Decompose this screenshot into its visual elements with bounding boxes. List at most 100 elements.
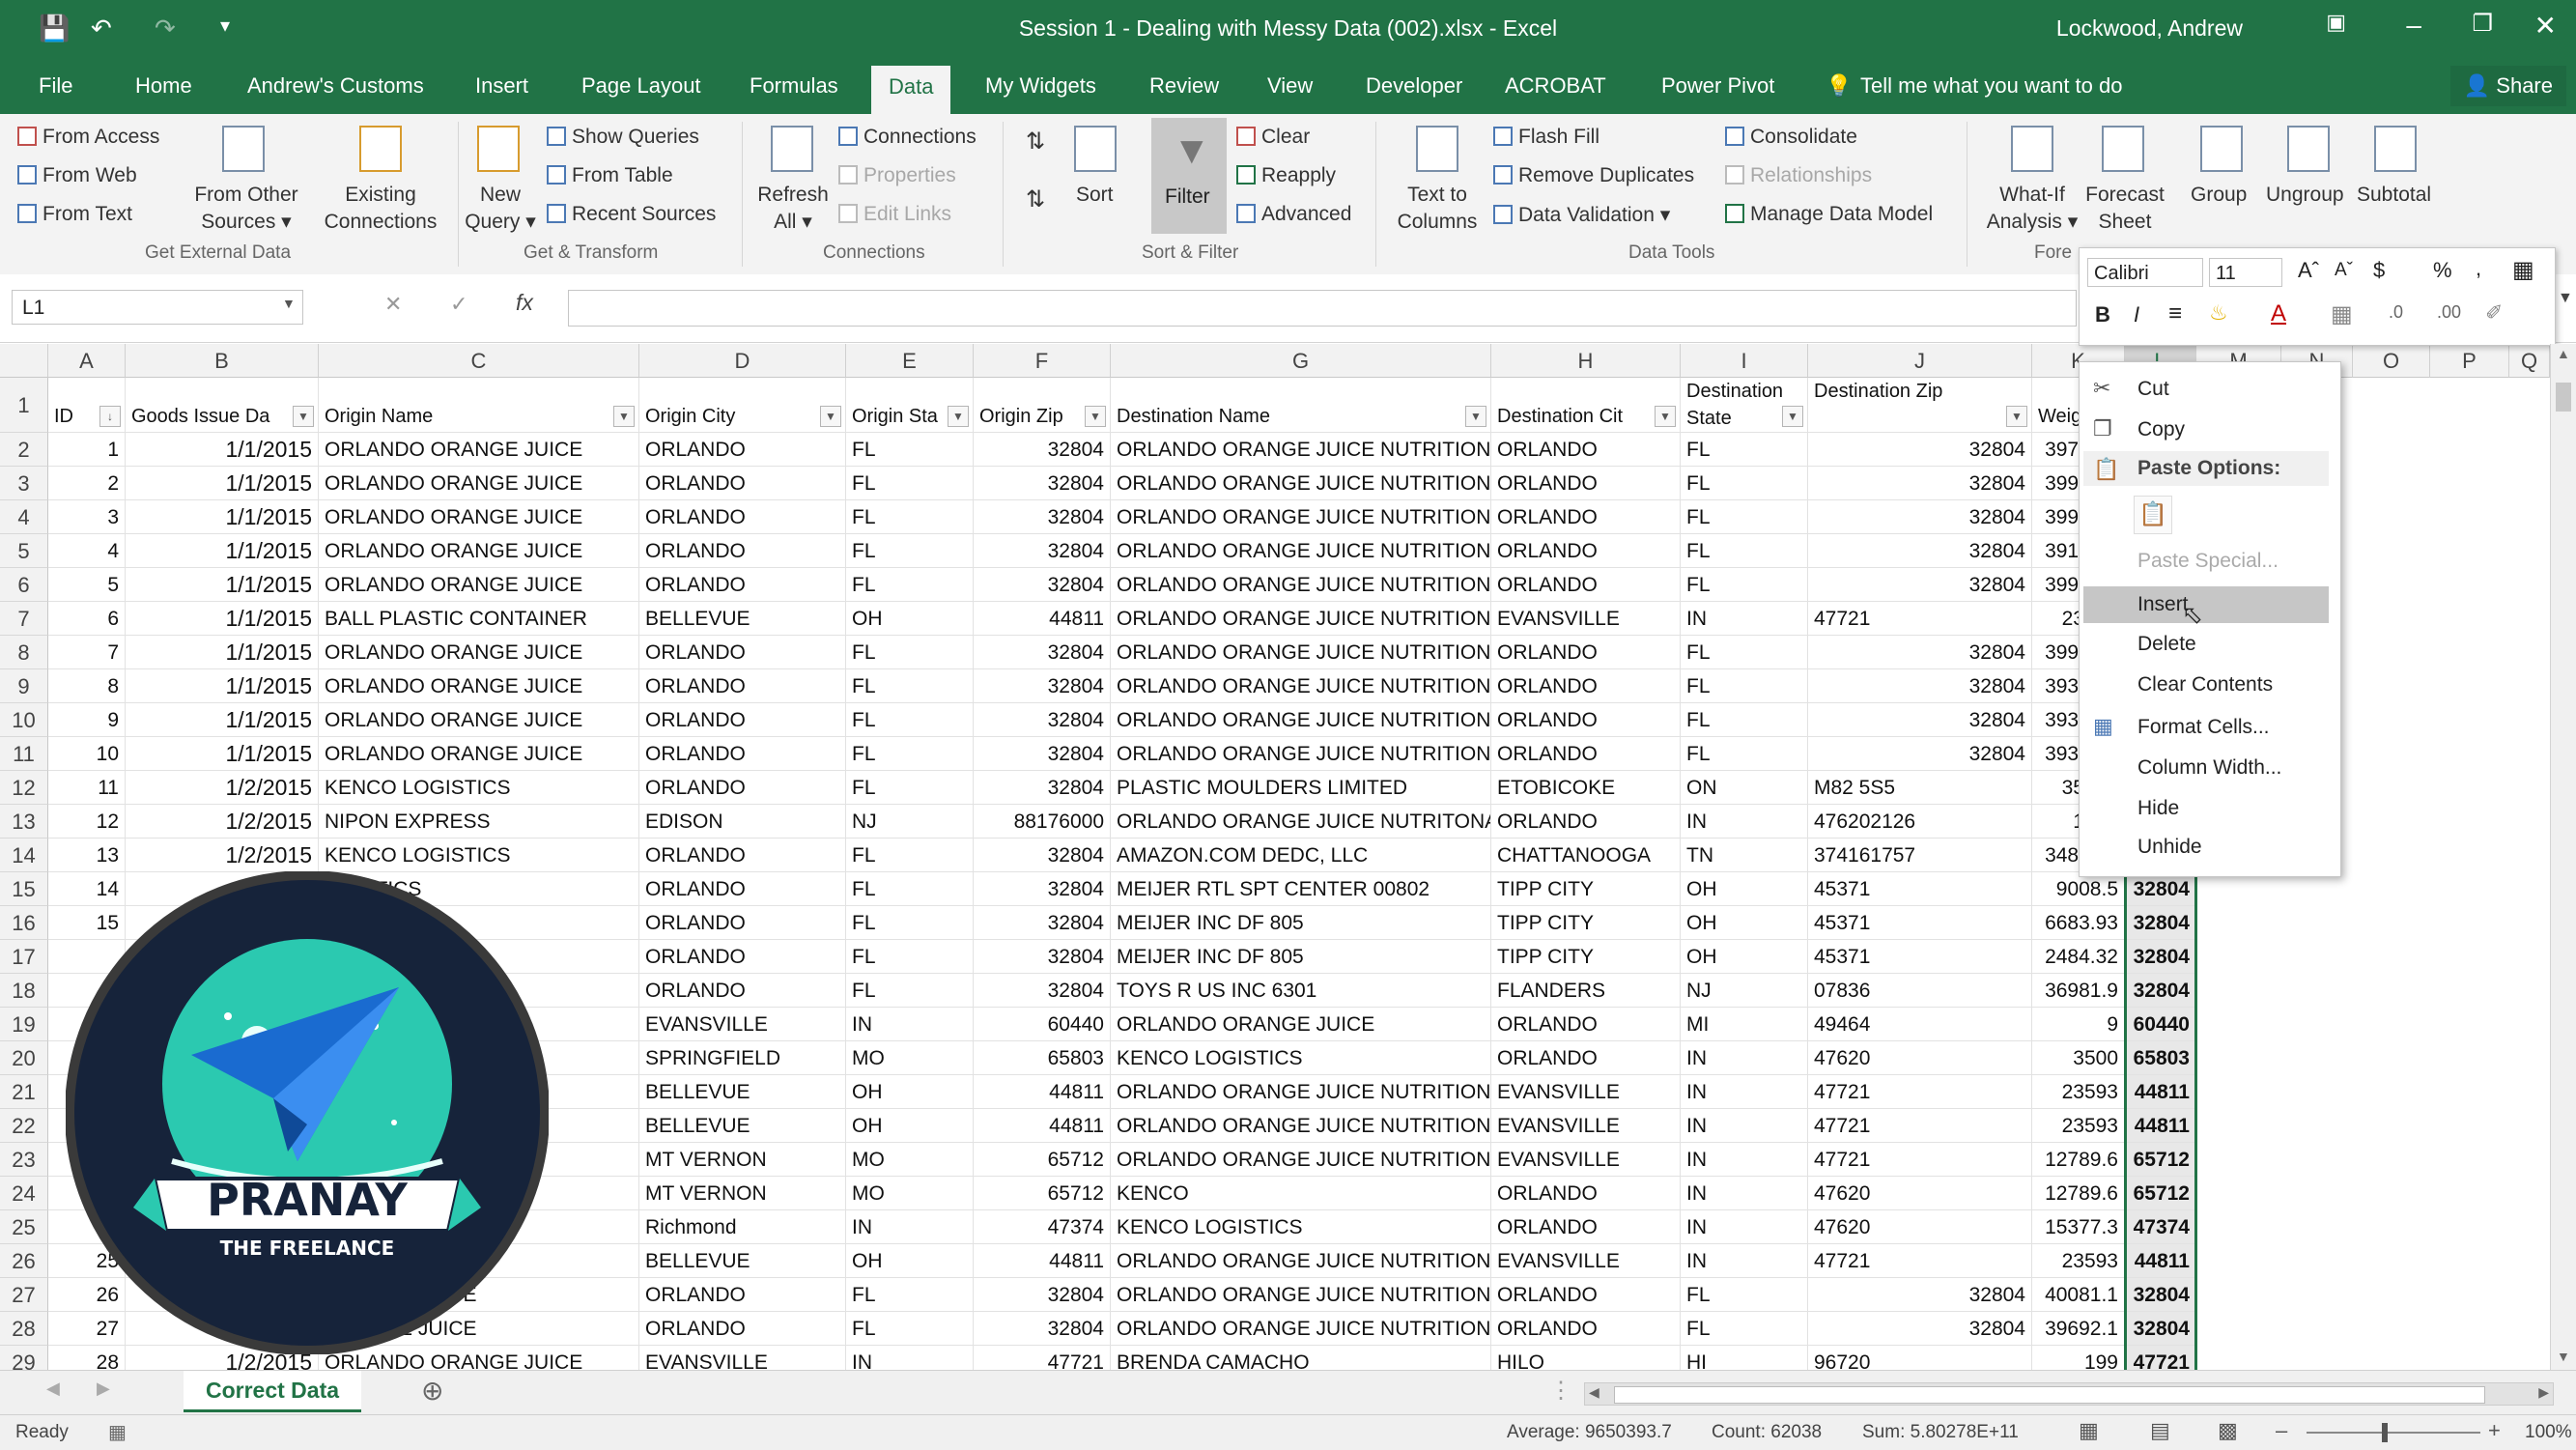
column-header[interactable]: H — [1491, 344, 1681, 378]
table-cell[interactable]: ORLANDO — [1491, 1312, 1681, 1346]
table-cell[interactable]: IN — [1681, 1075, 1808, 1109]
table-cell[interactable]: KENCO LOGISTICS — [1111, 1041, 1491, 1075]
table-cell[interactable]: 8 — [48, 669, 126, 703]
table-cell[interactable]: ORLANDO ORANGE JUICE NUTRITION - D — [1111, 602, 1491, 636]
table-cell[interactable]: 65712 — [2125, 1143, 2196, 1177]
table-cell[interactable]: EVANSVILLE — [639, 1008, 846, 1041]
tab-developer[interactable]: Developer — [1366, 73, 1462, 99]
table-cell[interactable]: 47620 — [1808, 1210, 2032, 1244]
remove-duplicates-button[interactable]: Remove Duplicates — [1493, 164, 1694, 187]
table-cell[interactable]: ORLANDO — [1491, 534, 1681, 568]
table-cell[interactable]: 1/1/2015 — [126, 467, 319, 500]
table-cell[interactable]: FL — [1681, 1278, 1808, 1312]
header-cell[interactable]: Origin Zip ▼ — [974, 378, 1111, 433]
table-cell[interactable]: 1/1/2015 — [126, 737, 319, 771]
italic-icon[interactable]: I — [2134, 302, 2139, 327]
table-cell[interactable]: 40081.1 — [2032, 1278, 2125, 1312]
table-cell[interactable]: OH — [1681, 940, 1808, 974]
table-cell[interactable]: ORLANDO ORANGE JUICE NUTRITION — [1111, 534, 1491, 568]
table-cell[interactable]: 49464 — [1808, 1008, 2032, 1041]
table-cell[interactable]: 7 — [48, 636, 126, 669]
table-cell[interactable]: 9008.5 — [2032, 872, 2125, 906]
column-header[interactable]: E — [846, 344, 974, 378]
table-cell[interactable]: TIPP CITY — [1491, 906, 1681, 940]
sort-za-icon[interactable]: ⇅ — [1026, 185, 1045, 213]
table-cell[interactable]: EVANSVILLE — [1491, 1244, 1681, 1278]
table-cell[interactable]: ORLANDO ORANGE JUICE — [319, 669, 639, 703]
table-cell[interactable]: ORLANDO — [639, 906, 846, 940]
row-header[interactable]: 24 — [0, 1177, 48, 1210]
table-cell[interactable]: FL — [846, 534, 974, 568]
table-cell[interactable]: 45371 — [1808, 906, 2032, 940]
cancel-icon[interactable]: ✕ — [384, 292, 402, 317]
grow-font-icon[interactable]: Aˆ — [2298, 258, 2319, 283]
table-cell[interactable]: 32804 — [1808, 669, 2032, 703]
row-header[interactable]: 28 — [0, 1312, 48, 1346]
table-cell[interactable]: 12 — [48, 805, 126, 839]
table-cell[interactable]: BELLEVUE — [639, 1075, 846, 1109]
filter-dropdown-icon[interactable]: ▼ — [613, 406, 635, 427]
filter-dropdown-icon[interactable]: ▼ — [1085, 406, 1106, 427]
table-cell[interactable]: 1 — [48, 433, 126, 467]
menu-column-width[interactable]: Column Width... — [2137, 756, 2281, 780]
increase-decimal-icon[interactable]: .0 — [2389, 302, 2403, 323]
table-cell[interactable]: 44811 — [2125, 1244, 2196, 1278]
align-center-icon[interactable]: ≡ — [2168, 300, 2182, 327]
forecast-sheet-button[interactable]: Forecast Sheet — [2077, 182, 2173, 236]
decrease-decimal-icon[interactable]: .00 — [2437, 302, 2461, 323]
data-validation-button[interactable]: Data Validation ▾ — [1493, 203, 1670, 227]
scroll-down-icon[interactable]: ▼ — [2557, 1349, 2570, 1364]
table-cell[interactable]: NJ — [1681, 974, 1808, 1008]
table-cell[interactable]: 1/1/2015 — [126, 669, 319, 703]
table-cell[interactable]: FL — [846, 500, 974, 534]
table-cell[interactable]: ORLANDO — [639, 839, 846, 872]
table-cell[interactable]: ORLANDO — [639, 872, 846, 906]
table-cell[interactable]: ORLANDO — [1491, 669, 1681, 703]
table-cell[interactable]: FL — [846, 839, 974, 872]
column-header[interactable]: A — [48, 344, 126, 378]
zoom-out-icon[interactable]: – — [2276, 1418, 2287, 1443]
horizontal-scrollbar[interactable]: ◀ ▶ — [1584, 1382, 2554, 1406]
table-cell[interactable]: 32804 — [2125, 940, 2196, 974]
table-cell[interactable]: 6683.93 — [2032, 906, 2125, 940]
header-cell[interactable]: Destination State ▼ — [1681, 378, 1808, 433]
menu-insert[interactable]: Insert — [2083, 586, 2329, 623]
row-header[interactable]: 9 — [0, 669, 48, 703]
table-cell[interactable]: 47620 — [1808, 1041, 2032, 1075]
table-cell[interactable]: 32804 — [1808, 636, 2032, 669]
relationships-button[interactable]: Relationships — [1725, 164, 1872, 187]
table-cell[interactable]: NIPON EXPRESS — [319, 805, 639, 839]
table-cell[interactable]: ORLANDO — [639, 940, 846, 974]
percent-icon[interactable]: % — [2433, 258, 2452, 283]
table-cell[interactable]: 32804 — [974, 703, 1111, 737]
from-web-button[interactable]: From Web — [17, 164, 137, 187]
table-cell[interactable]: 23593 — [2032, 1075, 2125, 1109]
row-header[interactable]: 1 — [0, 378, 48, 433]
tab-page-layout[interactable]: Page Layout — [581, 73, 701, 99]
row-header[interactable]: 25 — [0, 1210, 48, 1244]
row-header[interactable]: 27 — [0, 1278, 48, 1312]
table-cell[interactable]: 32804 — [1808, 534, 2032, 568]
table-cell[interactable]: 1/1/2015 — [126, 602, 319, 636]
row-header[interactable]: 6 — [0, 568, 48, 602]
table-cell[interactable]: 32804 — [1808, 433, 2032, 467]
name-box[interactable]: L1 — [12, 290, 303, 325]
table-cell[interactable]: 44811 — [2125, 1075, 2196, 1109]
table-cell[interactable]: 12789.6 — [2032, 1143, 2125, 1177]
tell-me-box[interactable]: Tell me what you want to do — [1860, 73, 2122, 99]
table-cell[interactable]: 32804 — [974, 839, 1111, 872]
column-header[interactable]: O — [2353, 344, 2430, 378]
column-header[interactable]: C — [319, 344, 639, 378]
table-cell[interactable]: 47374 — [2125, 1210, 2196, 1244]
table-cell[interactable]: ORLANDO ORANGE JUICE — [319, 467, 639, 500]
menu-delete[interactable]: Delete — [2137, 633, 2196, 656]
table-cell[interactable]: 47721 — [1808, 1143, 2032, 1177]
table-cell[interactable]: FL — [1681, 534, 1808, 568]
table-cell[interactable]: FL — [846, 940, 974, 974]
font-size-box[interactable]: 11 — [2209, 258, 2282, 287]
flash-fill-button[interactable]: Flash Fill — [1493, 126, 1599, 149]
table-cell[interactable]: ORLANDO ORANGE JUICE — [319, 737, 639, 771]
table-cell[interactable]: TN — [1681, 839, 1808, 872]
row-header[interactable]: 20 — [0, 1041, 48, 1075]
table-cell[interactable]: ORLANDO — [1491, 1041, 1681, 1075]
